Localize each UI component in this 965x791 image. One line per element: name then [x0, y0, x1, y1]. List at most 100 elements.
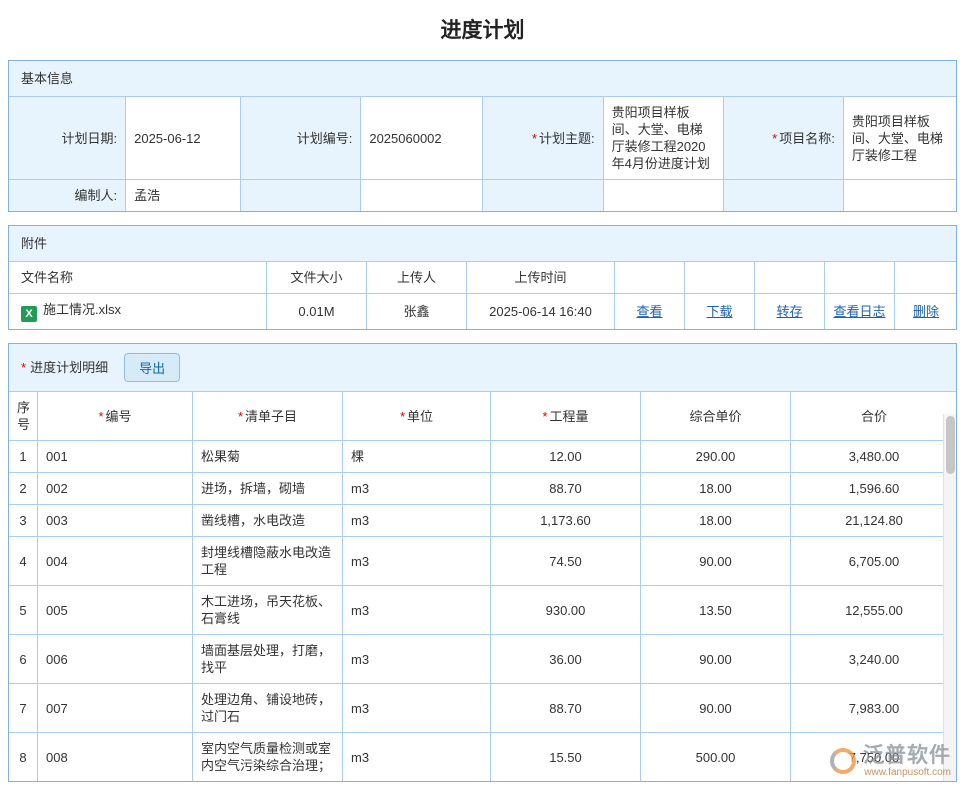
- scrollbar-thumb[interactable]: [946, 416, 955, 474]
- excel-file-icon: X: [21, 306, 37, 322]
- cell-seq: 2: [9, 473, 38, 505]
- table-row: 8 008 室内空气质量检测或室内空气污染综合治理； m3 15.50 500.…: [9, 733, 958, 782]
- upload-time-cell: 2025-06-14 16:40: [467, 294, 615, 330]
- cell-unit-price: 13.50: [641, 586, 791, 635]
- transfer-action-cell: 转存: [755, 294, 825, 330]
- total-column-header: 合价: [791, 392, 958, 441]
- author-label: 编制人:: [9, 180, 126, 212]
- cell-unit: m3: [343, 733, 491, 782]
- table-row: 2 002 进场，拆墙，砌墙 m3 88.70 18.00 1,596.60: [9, 473, 958, 505]
- delete-link[interactable]: 删除: [913, 304, 939, 319]
- detail-header-row: 序号 *编号 *清单子目 *单位 *工程量 综合单价 合价: [9, 392, 958, 441]
- cell-code: 002: [38, 473, 193, 505]
- required-mark: *: [21, 359, 26, 376]
- cell-seq: 3: [9, 505, 38, 537]
- table-row: 1 001 松果菊 棵 12.00 290.00 3,480.00: [9, 441, 958, 473]
- cell-unit: m3: [343, 586, 491, 635]
- table-row: 4 004 封埋线槽隐蔽水电改造工程 m3 74.50 90.00 6,705.…: [9, 537, 958, 586]
- cell-code: 005: [38, 586, 193, 635]
- cell-unit: m3: [343, 635, 491, 684]
- cell-quantity: 74.50: [491, 537, 641, 586]
- table-row: 7 007 处理边角、铺设地砖，过门石 m3 88.70 90.00 7,983…: [9, 684, 958, 733]
- cell-item: 凿线槽，水电改造: [193, 505, 343, 537]
- cell-total: 7,983.00: [791, 684, 958, 733]
- file-name: 施工情况.xlsx: [43, 302, 121, 317]
- cell-unit-price: 18.00: [641, 505, 791, 537]
- vendor-watermark: 泛普软件 www.fanpusoft.com: [830, 744, 951, 778]
- empty-header-cell: [685, 262, 755, 294]
- vendor-watermark-text: 泛普软件 www.fanpusoft.com: [863, 744, 951, 778]
- transfer-link[interactable]: 转存: [776, 304, 802, 319]
- uploader-header: 上传人: [367, 262, 467, 294]
- cell-unit: m3: [343, 537, 491, 586]
- detail-section: * 进度计划明细 导出 序号 *编号 *清单子目 *单位 *工程量 综合单价 合…: [8, 343, 957, 782]
- plan-subject-label: *计划主题:: [483, 97, 603, 180]
- cell-total: 12,555.00: [791, 586, 958, 635]
- cell-seq: 1: [9, 441, 38, 473]
- required-mark: *: [532, 131, 537, 146]
- unit-price-column-header: 综合单价: [641, 392, 791, 441]
- cell-item: 木工进场，吊天花板、石膏线: [193, 586, 343, 635]
- field-label: 编制人:: [74, 188, 117, 203]
- vendor-url: www.fanpusoft.com: [863, 767, 951, 778]
- cell-unit-price: 290.00: [641, 441, 791, 473]
- column-label: 单位: [407, 409, 433, 424]
- file-name-cell: X 施工情况.xlsx: [9, 294, 267, 330]
- vertical-scrollbar[interactable]: [943, 414, 956, 781]
- basic-info-section: 基本信息 计划日期: 2025-06-12 计划编号: 2025060002 *…: [8, 60, 957, 212]
- vendor-name: 泛普软件: [863, 744, 951, 767]
- basic-info-section-header: 基本信息: [9, 61, 956, 97]
- cell-quantity: 12.00: [491, 441, 641, 473]
- view-log-link[interactable]: 查看日志: [833, 304, 885, 319]
- column-label: 工程量: [550, 409, 589, 424]
- seq-column-header: 序号: [9, 392, 38, 441]
- empty-header-cell: [755, 262, 825, 294]
- cell-item: 松果菊: [193, 441, 343, 473]
- plan-subject-value: 贵阳项目样板间、大堂、电梯厅装修工程2020年4月份进度计划: [603, 97, 723, 180]
- cell-seq: 4: [9, 537, 38, 586]
- download-link[interactable]: 下载: [706, 304, 732, 319]
- cell-unit-price: 90.00: [641, 537, 791, 586]
- unit-column-header: *单位: [343, 392, 491, 441]
- vendor-logo-icon: [830, 748, 856, 774]
- cell-unit: m3: [343, 473, 491, 505]
- column-label: 编号: [106, 409, 132, 424]
- cell-code: 001: [38, 441, 193, 473]
- empty-label-cell: [241, 180, 361, 212]
- code-column-header: *编号: [38, 392, 193, 441]
- column-label: 清单子目: [245, 409, 297, 424]
- required-mark: *: [98, 409, 103, 424]
- detail-table: 序号 *编号 *清单子目 *单位 *工程量 综合单价 合价 1 001 松果菊 …: [8, 391, 957, 782]
- empty-header-cell: [825, 262, 895, 294]
- detail-section-header: * 进度计划明细 导出: [9, 344, 956, 392]
- cell-item: 处理边角、铺设地砖，过门石: [193, 684, 343, 733]
- cell-quantity: 36.00: [491, 635, 641, 684]
- progress-plan-page: 进度计划 基本信息 计划日期: 2025-06-12 计划编号: 2025060…: [0, 0, 965, 782]
- basic-info-title: 基本信息: [21, 70, 73, 87]
- export-button[interactable]: 导出: [124, 353, 180, 382]
- attachments-section: 附件 文件名称 文件大小 上传人 上传时间 X施工情况.xlsx: [8, 225, 957, 330]
- view-link[interactable]: 查看: [636, 304, 662, 319]
- attachment-row: X施工情况.xlsx 0.01M 张鑫 2025-06-14 16:40 查看 …: [9, 294, 958, 330]
- cell-unit-price: 18.00: [641, 473, 791, 505]
- cell-unit-price: 90.00: [641, 684, 791, 733]
- cell-total: 6,705.00: [791, 537, 958, 586]
- field-label: 项目名称:: [779, 131, 835, 146]
- quantity-column-header: *工程量: [491, 392, 641, 441]
- attachments-section-header: 附件: [9, 226, 956, 262]
- field-label: 计划编号:: [297, 131, 353, 146]
- required-mark: *: [542, 409, 547, 424]
- plan-date-label: 计划日期:: [9, 97, 126, 180]
- required-mark: *: [772, 131, 777, 146]
- cell-unit-price: 500.00: [641, 733, 791, 782]
- cell-unit: 棵: [343, 441, 491, 473]
- column-label: 合价: [861, 409, 887, 424]
- empty-header-cell: [615, 262, 685, 294]
- cell-unit: m3: [343, 684, 491, 733]
- cell-item: 封埋线槽隐蔽水电改造工程: [193, 537, 343, 586]
- table-row: 6 006 墙面基层处理，打磨，找平 m3 36.00 90.00 3,240.…: [9, 635, 958, 684]
- empty-value-cell: [843, 180, 956, 212]
- plan-date-value: 2025-06-12: [126, 97, 241, 180]
- detail-title: 进度计划明细: [30, 359, 108, 376]
- cell-code: 008: [38, 733, 193, 782]
